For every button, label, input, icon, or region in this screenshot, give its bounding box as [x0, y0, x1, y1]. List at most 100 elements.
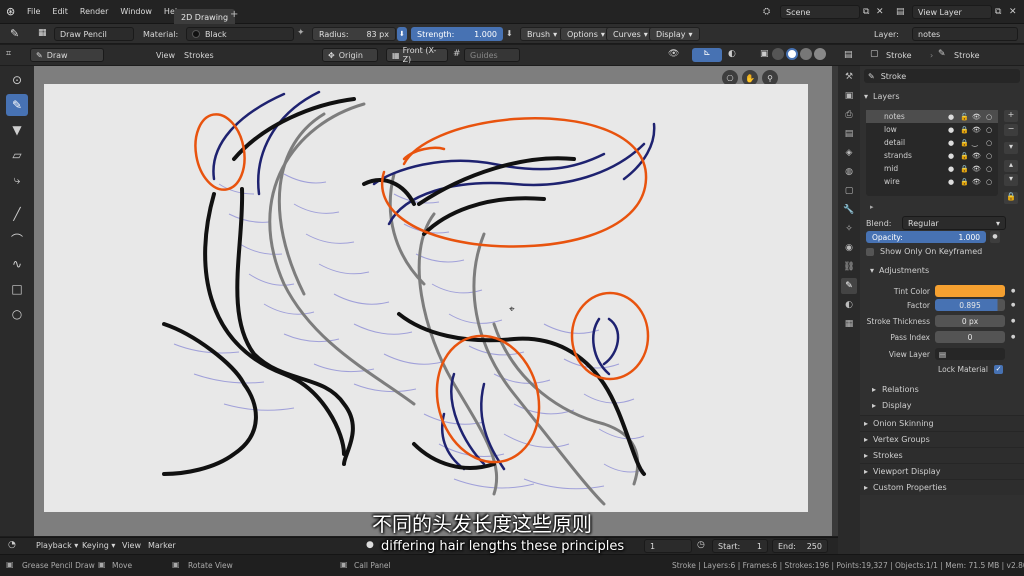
adjustments-header[interactable]: ▾ Adjustments [870, 266, 929, 275]
onion-icon[interactable]: ● [948, 113, 954, 121]
onion-icon[interactable]: ● [948, 139, 954, 147]
marker-menu[interactable]: Marker [148, 541, 176, 550]
draw-tool-icon[interactable]: ✎ [6, 94, 28, 116]
brush-menu[interactable]: Brush ▾ [520, 27, 565, 41]
clock-icon[interactable]: ◔ [8, 540, 16, 550]
layer-item[interactable]: strands ● 🔒 👁 ○ [866, 149, 998, 162]
layer-item[interactable]: notes ● 🔓 👁 ○ [866, 110, 998, 123]
properties-editor-icon[interactable]: ▤ [844, 50, 853, 60]
circle-tool-icon[interactable]: ○ [6, 303, 28, 325]
brush-icon[interactable]: ▦ [38, 28, 47, 38]
rendered-shading-icon[interactable] [814, 48, 826, 60]
object-data-name-field[interactable]: ✎ Stroke [864, 69, 1020, 83]
menu-window[interactable]: Window [120, 7, 152, 16]
view-layer-selector[interactable]: View Layer [912, 5, 992, 19]
keying-menu[interactable]: Keying ▾ [82, 541, 115, 550]
mask-icon[interactable]: ○ [986, 139, 992, 147]
overlay-icon[interactable]: ◐ [728, 49, 736, 59]
delete-view-layer-icon[interactable]: ✕ [1009, 7, 1017, 17]
show-only-keyframed-row[interactable]: Show Only On Keyframed [866, 247, 982, 256]
lock-icon[interactable]: 🔒 [960, 178, 969, 186]
lock-icon[interactable]: 🔒 [960, 139, 969, 147]
keyframe-dot-icon[interactable]: ● [1011, 334, 1015, 340]
onion-skinning-panel[interactable]: ▸ Onion Skinning [860, 415, 1024, 431]
xray-icon[interactable]: ▣ [760, 49, 769, 59]
layer-specials-icon[interactable]: ▾ [1004, 142, 1018, 154]
radius-pressure-icon[interactable]: ⬇ [397, 27, 407, 41]
stroke-thickness-field[interactable]: 0 px [935, 315, 1005, 327]
onion-icon[interactable]: ● [948, 152, 954, 160]
strokes-panel[interactable]: ▸ Strokes [860, 447, 1024, 463]
opacity-keyframe-icon[interactable]: ● [990, 231, 1000, 243]
world-tab-icon[interactable]: ◍ [841, 164, 857, 180]
view-layer-tab-icon[interactable]: ▤ [841, 126, 857, 142]
move-layer-up-icon[interactable]: ▴ [1004, 160, 1018, 172]
custom-properties-panel[interactable]: ▸ Custom Properties [860, 479, 1024, 495]
layer-item[interactable]: wire ● 🔒 👁 ○ [866, 175, 998, 188]
lock-material-checkbox[interactable]: ✓ [994, 365, 1003, 374]
show-only-keyframed-checkbox[interactable] [866, 247, 874, 256]
layer-item[interactable]: low ● 🔒 👁 ○ [866, 123, 998, 136]
onion-icon[interactable]: ● [948, 178, 954, 186]
chevron-right-icon[interactable]: ▸ [870, 203, 874, 211]
current-frame-field[interactable]: 1 [644, 539, 692, 553]
timeline-view-menu[interactable]: View [122, 541, 141, 550]
factor-slider[interactable]: 0.895 [935, 299, 1005, 311]
blender-logo-icon[interactable]: ⊛ [6, 5, 15, 18]
mask-icon[interactable]: ○ [986, 152, 992, 160]
strokes-menu[interactable]: Strokes [184, 51, 214, 60]
new-view-layer-icon[interactable]: ⧉ [995, 7, 1001, 17]
strength-field[interactable]: Strength: 1.000 [411, 27, 503, 41]
editor-type-icon[interactable]: ⌗ [6, 49, 11, 59]
origin-selector[interactable]: ✥ Origin [322, 48, 378, 62]
add-layer-button[interactable]: + [1004, 110, 1018, 122]
pass-index-field[interactable]: 0 [935, 331, 1005, 343]
wireframe-shading-icon[interactable] [772, 48, 784, 60]
layers-header[interactable]: ▾ Layers [860, 88, 1024, 104]
data-tab-icon[interactable]: ✎ [841, 278, 857, 294]
playback-menu[interactable]: Playback ▾ [36, 541, 78, 550]
guides-toggle[interactable]: Guides [464, 48, 520, 62]
eye-closed-icon[interactable]: ‿ [972, 139, 978, 147]
box-tool-icon[interactable]: □ [6, 278, 28, 300]
lock-icon[interactable]: 🔒 [960, 165, 969, 173]
erase-tool-icon[interactable]: ▱ [6, 144, 28, 166]
scene-tab-icon[interactable]: ◈ [841, 145, 857, 161]
eye-icon[interactable]: 👁 [972, 165, 981, 173]
output-tab-icon[interactable]: ⎙ [841, 107, 857, 123]
onion-icon[interactable]: ● [948, 165, 954, 173]
view-menu[interactable]: View [156, 51, 175, 60]
vertex-groups-panel[interactable]: ▸ Vertex Groups [860, 431, 1024, 447]
tint-tool-icon[interactable]: ⤷ [6, 169, 28, 191]
curves-menu[interactable]: Curves ▾ [606, 27, 655, 41]
remove-layer-button[interactable]: − [1004, 124, 1018, 136]
keyframe-dot-icon[interactable]: ● [1011, 318, 1015, 324]
lock-all-icon[interactable]: 🔒 [1004, 192, 1018, 204]
lock-icon[interactable]: 🔓 [960, 113, 969, 121]
menu-render[interactable]: Render [80, 7, 108, 16]
lock-icon[interactable]: 🔒 [960, 126, 969, 134]
tool-tab-icon[interactable]: ⚒ [841, 69, 857, 85]
move-layer-down-icon[interactable]: ▾ [1004, 174, 1018, 186]
menu-edit[interactable]: Edit [52, 7, 68, 16]
blend-selector[interactable]: Regular ▾ [902, 216, 1006, 230]
eye-icon[interactable]: 👁 [972, 152, 981, 160]
mask-icon[interactable]: ○ [986, 113, 992, 121]
opacity-slider[interactable]: Opacity: 1.000 [866, 231, 986, 243]
mask-icon[interactable]: ○ [986, 178, 992, 186]
guides-icon[interactable]: # [453, 49, 461, 59]
stopwatch-icon[interactable]: ◷ [697, 540, 705, 550]
layer-item[interactable]: detail ● 🔒 ‿ ○ [866, 136, 998, 149]
layer-display-header[interactable]: ▸ Display [872, 401, 912, 410]
plane-selector[interactable]: ▦ Front (X-Z) [386, 46, 448, 64]
drawing-canvas[interactable] [44, 84, 808, 512]
gizmo-toggle-icon[interactable]: ⊾ [692, 48, 722, 62]
object-tab-icon[interactable]: ▢ [841, 183, 857, 199]
layer-item[interactable]: mid ● 🔒 👁 ○ [866, 162, 998, 175]
solid-shading-icon[interactable] [786, 48, 798, 60]
line-tool-icon[interactable]: ╱ [6, 203, 28, 225]
new-scene-icon[interactable]: ⧉ [863, 7, 869, 17]
scene-selector[interactable]: Scene [780, 5, 860, 19]
viewport-display-panel[interactable]: ▸ Viewport Display [860, 463, 1024, 479]
start-frame-field[interactable]: Start: 1 [712, 539, 768, 553]
